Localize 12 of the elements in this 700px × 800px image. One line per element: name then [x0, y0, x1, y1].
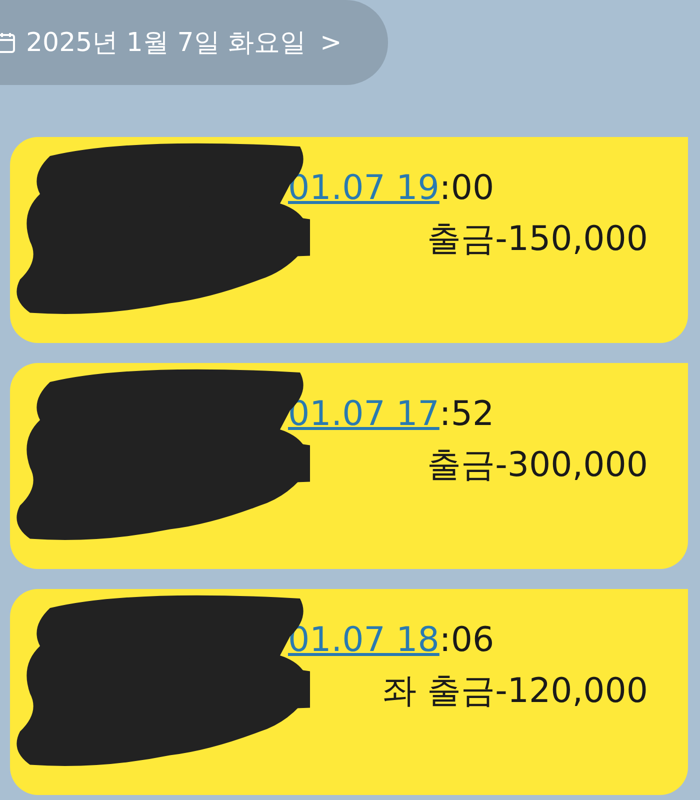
date-label: 2025년 1월 7일 화요일	[26, 27, 306, 60]
date-link[interactable]: 01.07 17	[288, 394, 440, 434]
time-text: :00	[439, 168, 494, 208]
withdrawal-text: 출금-300,000	[427, 445, 648, 485]
time-text: :06	[439, 620, 494, 660]
chevron-icon: >	[320, 28, 342, 58]
withdrawal-text: 출금-150,000	[427, 219, 648, 259]
withdrawal-text: 좌 출금-120,000	[382, 671, 648, 711]
date-link[interactable]: 01.07 18	[288, 620, 440, 660]
time-text: :52	[439, 394, 494, 434]
calendar-icon	[0, 32, 16, 54]
date-link[interactable]: 01.07 19	[288, 168, 440, 208]
